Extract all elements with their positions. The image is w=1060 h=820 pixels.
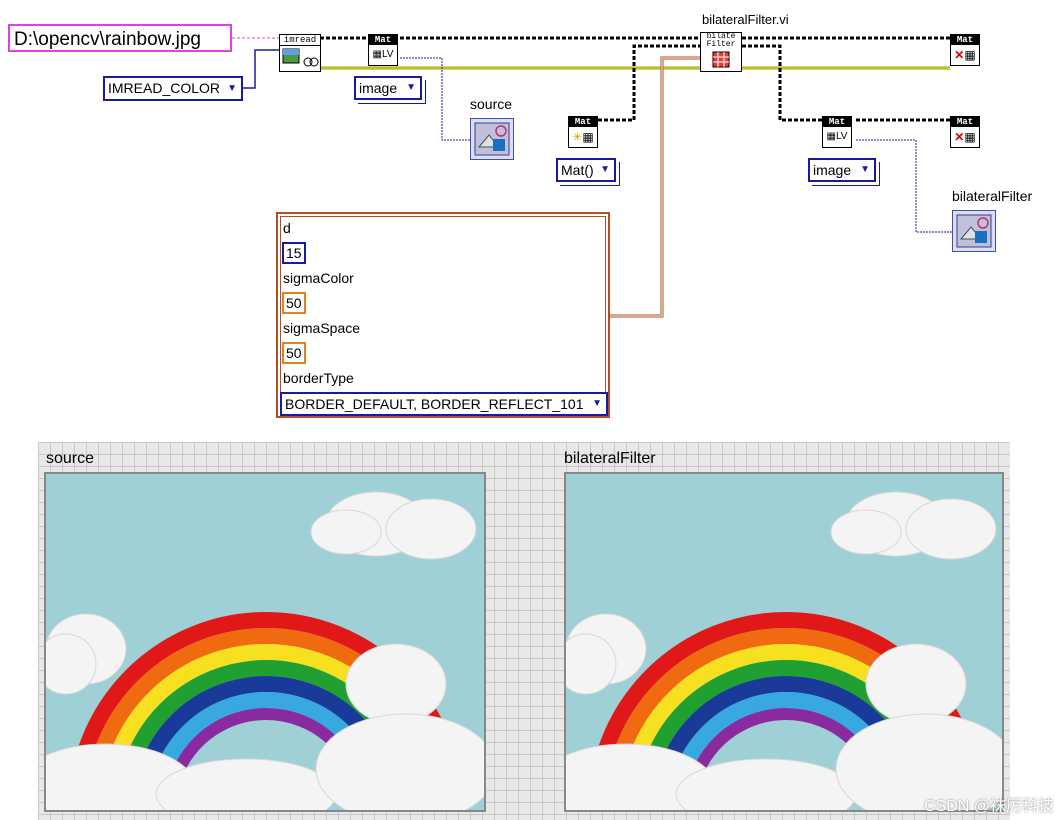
bilateral-vi-label: bilateralFilter.vi — [702, 12, 789, 27]
image-file-icon — [282, 48, 319, 67]
border-type-dropdown[interactable]: BORDER_DEFAULT, BORDER_REFLECT_101 ▼ — [280, 392, 608, 416]
imread-node[interactable]: imread — [279, 34, 321, 72]
bilateral-filter-node[interactable]: bilate Filter — [700, 32, 742, 72]
sigma-space-label: sigmaSpace — [283, 320, 361, 336]
bilateral-node-title: bilate Filter — [701, 33, 741, 49]
mat-ctor-dropdown[interactable]: Mat() ▼ — [556, 158, 616, 182]
mat-lv-icon: ▦LV — [826, 131, 848, 142]
dropdown-arrow-icon: ▼ — [406, 82, 416, 93]
bilateral-image-display[interactable] — [535, 472, 1017, 820]
bilateral-indicator-label: bilateralFilter — [952, 188, 1033, 204]
delete-icon: ✕▦ — [954, 48, 976, 62]
dst-wire — [742, 44, 822, 122]
mat-to-lv-node[interactable]: Mat ▦LV — [368, 34, 398, 66]
source-image-indicator[interactable] — [470, 118, 514, 160]
mat-node-title: Mat — [951, 117, 979, 127]
mat-node-title: Mat — [951, 35, 979, 45]
mat-to-lv-node-2[interactable]: Mat ▦LV — [822, 116, 852, 148]
image-dropdown-2[interactable]: image ▼ — [808, 158, 876, 182]
sigma-color-input[interactable]: 50 — [282, 292, 306, 314]
cluster-wire-inner — [610, 57, 700, 317]
path-constant[interactable]: D:\opencv\rainbow.jpg — [8, 24, 232, 52]
image-display-icon — [956, 214, 992, 248]
mat-constructor-node[interactable]: Mat ✳▦ — [568, 116, 598, 148]
d-input[interactable]: 15 — [282, 242, 306, 264]
image-wire-2 — [856, 139, 952, 233]
mat-node-title: Mat — [369, 35, 397, 45]
bilateral-image-indicator[interactable] — [952, 210, 996, 252]
rainbow-image — [15, 474, 497, 820]
mat-node-title: Mat — [569, 117, 597, 127]
border-type-label: borderType — [283, 370, 354, 386]
mat-delete-node-2[interactable]: Mat ✕▦ — [950, 116, 980, 148]
dropdown-arrow-icon: ▼ — [227, 83, 237, 94]
mat-delete-node-1[interactable]: Mat ✕▦ — [950, 34, 980, 66]
cluster-wire — [610, 56, 700, 318]
image-display-icon — [474, 122, 510, 156]
source-display-title: source — [46, 450, 95, 467]
source-image-display[interactable] — [15, 472, 497, 820]
imread-node-title: imread — [280, 35, 320, 46]
rainbow-image-filtered — [535, 474, 1017, 820]
mat-new-icon: ✳▦ — [572, 130, 594, 144]
mat-node-title: Mat — [823, 117, 851, 127]
flag-wire — [243, 49, 279, 89]
filter-grid-icon — [712, 51, 730, 68]
imread-flag-ring[interactable]: IMREAD_COLOR ▼ — [103, 76, 243, 101]
dropdown-arrow-icon: ▼ — [592, 398, 602, 409]
dropdown-arrow-icon: ▼ — [860, 164, 870, 175]
source-indicator-label: source — [470, 96, 513, 112]
dropdown-arrow-icon: ▼ — [600, 164, 610, 175]
image-dropdown-1[interactable]: image ▼ — [354, 76, 422, 100]
watermark: CSDN @袜厉科技 — [923, 798, 1054, 815]
sigma-color-label: sigmaColor — [283, 270, 354, 286]
delete-icon: ✕▦ — [954, 130, 976, 144]
parameter-cluster[interactable]: d 15 sigmaColor 50 sigmaSpace 50 borderT… — [276, 212, 610, 418]
imread-flag-value: IMREAD_COLOR — [108, 80, 221, 96]
d-label: d — [283, 220, 291, 236]
bilateral-display-title: bilateralFilter — [564, 450, 656, 467]
mat-lv-icon: ▦LV — [372, 49, 394, 60]
sigma-space-input[interactable]: 50 — [282, 342, 306, 364]
